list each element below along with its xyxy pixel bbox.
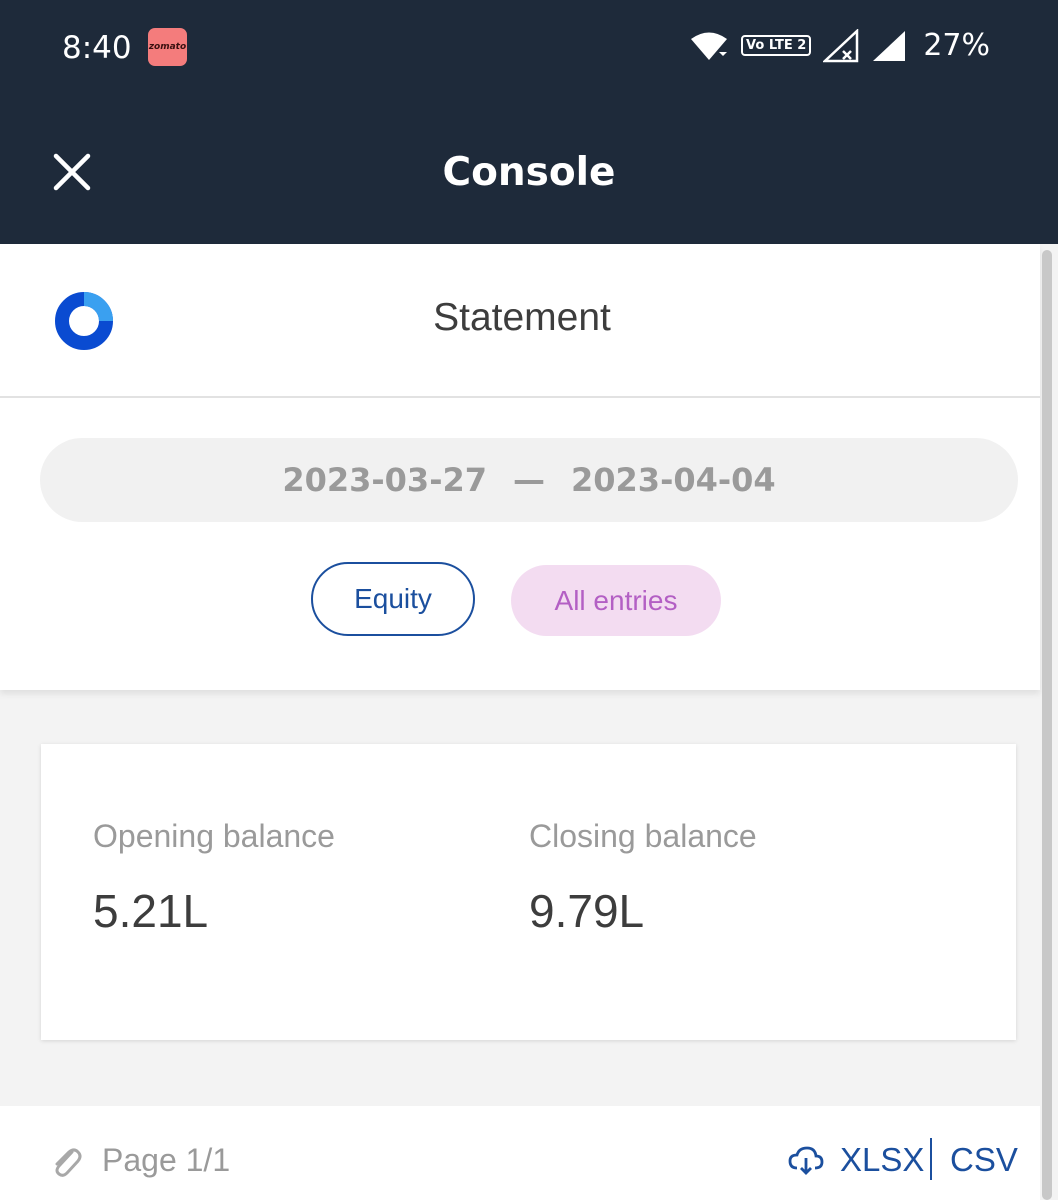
status-indicators: Vo LTE 2 27% <box>689 28 990 63</box>
signal-no-service-icon <box>823 28 859 62</box>
zomato-notification-icon: zomato <box>148 28 187 66</box>
status-bar: 8:40 zomato Vo LTE 2 27% <box>0 0 1058 100</box>
opening-balance-value: 5.21L <box>93 885 209 937</box>
entries-filter-chip[interactable]: All entries <box>511 565 721 636</box>
date-separator: — <box>513 461 545 499</box>
download-xlsx-link[interactable]: XLSX <box>840 1141 924 1179</box>
page-title: Statement <box>433 296 611 339</box>
statement-footer: Page 1/1 XLSX CSV <box>0 1106 1040 1200</box>
download-csv-link[interactable]: CSV <box>950 1141 1018 1179</box>
opening-balance-label: Opening balance <box>93 818 335 854</box>
signal-icon <box>873 30 906 61</box>
battery-percentage: 27% <box>923 28 990 63</box>
divider <box>0 396 1040 398</box>
header-title: Console <box>442 150 616 195</box>
closing-balance-label: Closing balance <box>529 818 757 854</box>
closing-balance-value: 9.79L <box>529 885 645 937</box>
statement-content: Statement 2023-03-27 — 2023-04-04 Equity… <box>0 244 1040 1200</box>
statement-header-section: Statement 2023-03-27 — 2023-04-04 Equity… <box>0 244 1040 690</box>
paperclip-icon <box>55 1148 82 1177</box>
cloud-download-icon[interactable] <box>788 1146 824 1176</box>
segment-filter-chip[interactable]: Equity <box>311 562 475 636</box>
status-time: 8:40 <box>62 30 132 66</box>
date-range-picker[interactable]: 2023-03-27 — 2023-04-04 <box>40 438 1018 522</box>
page-indicator: Page 1/1 <box>102 1142 231 1178</box>
volte-icon: Vo LTE 2 <box>741 35 812 56</box>
date-to: 2023-04-04 <box>571 461 776 499</box>
link-separator <box>930 1138 932 1180</box>
balance-card: Opening balance 5.21L Closing balance 9.… <box>41 744 1016 1040</box>
wifi-icon <box>691 32 728 60</box>
scrollbar[interactable] <box>1042 250 1052 1200</box>
date-from: 2023-03-27 <box>282 461 487 499</box>
